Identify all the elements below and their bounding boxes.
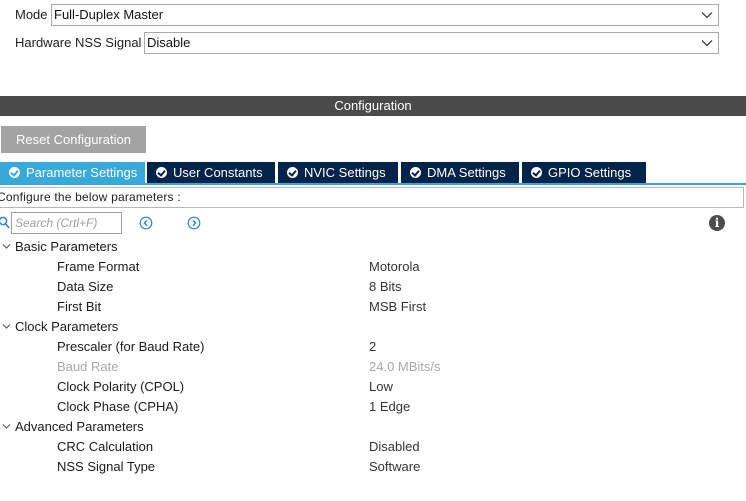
check-circle-icon	[156, 167, 167, 178]
info-icon[interactable]: i	[709, 215, 725, 231]
next-icon[interactable]	[187, 216, 201, 230]
param-value[interactable]: Motorola	[369, 257, 420, 277]
param-row[interactable]: First Bit MSB First	[0, 297, 746, 317]
tab-label: DMA Settings	[427, 165, 506, 180]
param-value[interactable]: 1 Edge	[369, 397, 410, 417]
tab-parameter-settings[interactable]: Parameter Settings	[0, 162, 145, 183]
tab-label: GPIO Settings	[548, 165, 632, 180]
nss-select[interactable]: Disable	[144, 32, 719, 54]
param-value[interactable]: MSB First	[369, 297, 426, 317]
group-basic-parameters[interactable]: Basic Parameters	[0, 237, 746, 257]
caret-down-icon[interactable]	[2, 423, 11, 430]
caret-down-icon[interactable]	[2, 243, 11, 250]
tab-gpio-settings[interactable]: GPIO Settings	[522, 162, 646, 183]
check-circle-icon	[9, 167, 20, 178]
nss-select-value: Disable	[147, 35, 191, 50]
tab-underline	[0, 183, 746, 185]
param-row[interactable]: CRC Calculation Disabled	[0, 437, 746, 457]
check-circle-icon	[410, 167, 421, 178]
check-circle-icon	[287, 167, 298, 178]
param-row: Baud Rate 24.0 MBits/s	[0, 357, 746, 377]
group-label: Clock Parameters	[15, 319, 119, 334]
param-name: Data Size	[57, 279, 114, 294]
previous-icon[interactable]	[139, 216, 153, 230]
param-value[interactable]: Low	[369, 377, 393, 397]
search-input[interactable]	[11, 212, 122, 234]
param-value[interactable]: Software	[369, 457, 420, 477]
search-icon[interactable]	[0, 216, 10, 230]
param-row[interactable]: Prescaler (for Baud Rate) 2	[0, 337, 746, 357]
param-value[interactable]: 8 Bits	[369, 277, 402, 297]
param-name: Prescaler (for Baud Rate)	[57, 339, 205, 354]
param-row[interactable]: Frame Format Motorola	[0, 257, 746, 277]
param-name: Frame Format	[57, 259, 140, 274]
param-name: CRC Calculation	[57, 439, 154, 454]
param-row[interactable]: Data Size 8 Bits	[0, 277, 746, 297]
param-value[interactable]: Disabled	[369, 437, 420, 457]
param-value: 24.0 MBits/s	[369, 359, 441, 374]
tab-nvic-settings[interactable]: NVIC Settings	[278, 162, 398, 183]
param-name: Baud Rate	[57, 359, 119, 374]
parameters-hint: Configure the below parameters :	[0, 187, 744, 208]
nss-label: Hardware NSS Signal	[15, 35, 142, 50]
group-label: Basic Parameters	[15, 239, 118, 254]
configuration-header: Configuration	[0, 96, 746, 116]
param-name: NSS Signal Type	[57, 459, 156, 474]
mode-select[interactable]: Full-Duplex Master	[51, 4, 719, 26]
param-name: Clock Polarity (CPOL)	[57, 379, 185, 394]
reset-configuration-button[interactable]: Reset Configuration	[1, 126, 146, 153]
chevron-down-icon	[701, 40, 713, 47]
param-name: First Bit	[57, 299, 102, 314]
mode-select-value: Full-Duplex Master	[54, 7, 164, 22]
param-value[interactable]: 2	[369, 337, 376, 357]
group-clock-parameters[interactable]: Clock Parameters	[0, 317, 746, 337]
tab-dma-settings[interactable]: DMA Settings	[401, 162, 519, 183]
tab-label: NVIC Settings	[304, 165, 386, 180]
group-advanced-parameters[interactable]: Advanced Parameters	[0, 417, 746, 437]
param-name: Clock Phase (CPHA)	[57, 399, 179, 414]
group-label: Advanced Parameters	[15, 419, 144, 434]
param-row[interactable]: Clock Phase (CPHA) 1 Edge	[0, 397, 746, 417]
param-row[interactable]: Clock Polarity (CPOL) Low	[0, 377, 746, 397]
caret-down-icon[interactable]	[2, 323, 11, 330]
mode-label: Mode	[15, 7, 48, 22]
parameter-tree: Basic Parameters Frame Format Motorola D…	[0, 237, 746, 477]
tab-label: Parameter Settings	[26, 165, 138, 180]
chevron-down-icon	[701, 12, 713, 19]
tab-user-constants[interactable]: User Constants	[147, 162, 275, 183]
check-circle-icon	[531, 167, 542, 178]
param-row[interactable]: NSS Signal Type Software	[0, 457, 746, 477]
tab-label: User Constants	[173, 165, 263, 180]
